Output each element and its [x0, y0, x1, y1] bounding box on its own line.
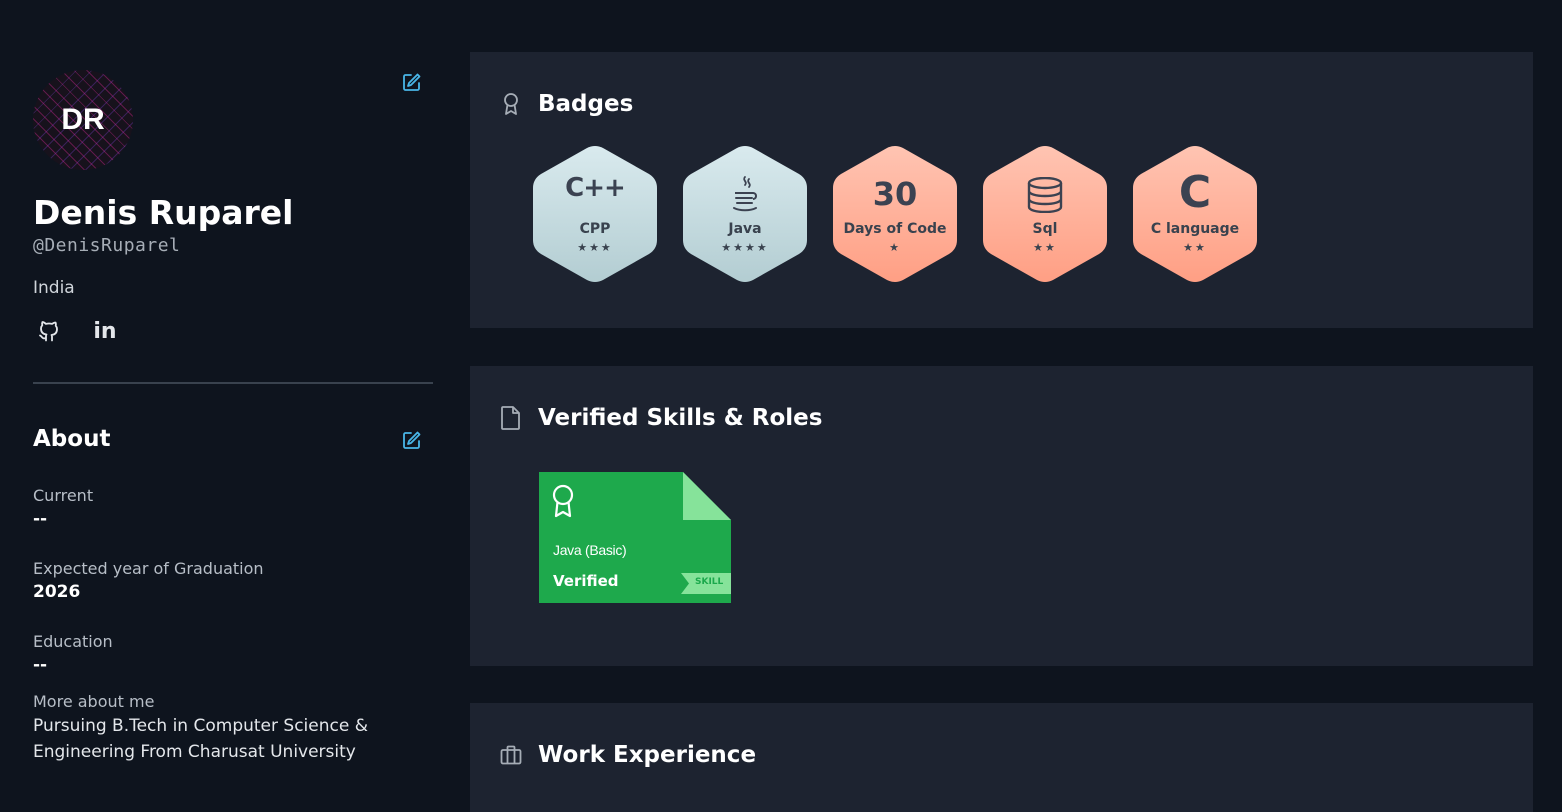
sidebar-divider: [33, 382, 433, 384]
current-value: --: [33, 509, 48, 529]
badges-list: C++ CPP ★★★ Java ★★★★ 30 Days of Code ★ …: [533, 145, 1257, 283]
badge-hexagon: [533, 146, 657, 282]
badge-name: CPP: [579, 221, 611, 237]
badges-header: Badges: [500, 91, 633, 117]
education-value: --: [33, 655, 48, 675]
days-icon: 30: [872, 175, 918, 213]
database-icon: [983, 176, 1107, 217]
badge-name: Days of Code: [843, 221, 947, 237]
badges-card: Badges C++ CPP ★★★ Java ★★★★ 30 Days of …: [470, 52, 1533, 328]
profile-country: India: [33, 278, 75, 298]
badge-c-language[interactable]: C C language ★★: [1133, 145, 1257, 283]
edit-icon: [403, 431, 421, 449]
more-label: More about me: [33, 692, 155, 711]
certificate-tag: SKILL: [695, 577, 724, 587]
badge-java[interactable]: Java ★★★★: [683, 145, 807, 283]
profile-sidebar: DR Denis Ruparel @DenisRuparel India in …: [33, 70, 433, 762]
graduation-label: Expected year of Graduation: [33, 559, 264, 578]
badge-cpp[interactable]: C++ CPP ★★★: [533, 145, 657, 283]
cpp-icon: C++: [565, 173, 626, 203]
c-icon: C: [1178, 167, 1212, 218]
award-icon: [504, 93, 518, 115]
certificate-title: Java (Basic): [553, 542, 627, 558]
badge-stars: ★★: [1183, 241, 1207, 254]
badge-stars: ★★★★: [721, 241, 769, 254]
edit-icon: [403, 73, 421, 91]
badges-title: Badges: [538, 91, 634, 117]
profile-handle: @DenisRuparel: [33, 235, 181, 256]
graduation-value: 2026: [33, 582, 81, 602]
badge-hexagon: [833, 146, 957, 282]
badge-sql[interactable]: Sql ★★: [983, 145, 1107, 283]
edit-profile-button[interactable]: [402, 72, 422, 96]
document-icon: [501, 406, 520, 430]
badge-stars: ★: [889, 241, 901, 254]
avatar-initials: DR: [61, 103, 105, 136]
work-card: Work Experience: [470, 703, 1533, 812]
about-title: About: [33, 426, 111, 452]
skills-card: Verified Skills & Roles Java (Basic) Ver…: [470, 366, 1533, 666]
badge-name: Java: [728, 221, 762, 237]
more-value: Pursuing B.Tech in Computer Science & En…: [33, 716, 368, 762]
certificate-java-basic[interactable]: Java (Basic) Verified SKILL: [539, 472, 731, 603]
java-icon: [683, 175, 807, 217]
badge-name: C language: [1150, 221, 1240, 237]
linkedin-icon: in: [93, 318, 117, 344]
avatar[interactable]: DR: [33, 70, 133, 170]
linkedin-link[interactable]: in: [89, 315, 121, 347]
badge-stars: ★★★: [577, 241, 613, 254]
work-title: Work Experience: [538, 742, 757, 768]
about-graduation: Expected year of Graduation 2026: [33, 559, 264, 602]
education-label: Education: [33, 632, 113, 651]
skills-title: Verified Skills & Roles: [538, 405, 823, 431]
about-education: Education --: [33, 632, 113, 675]
briefcase-icon: [500, 745, 522, 765]
github-link[interactable]: [33, 315, 65, 347]
edit-about-button[interactable]: [402, 430, 422, 454]
github-icon: [39, 321, 58, 342]
current-label: Current: [33, 486, 94, 505]
badge-name: Sql: [1032, 221, 1058, 237]
certificate-award-icon: [552, 484, 574, 518]
about-more: More about me Pursuing B.Tech in Compute…: [33, 692, 393, 765]
skills-header: Verified Skills & Roles: [500, 405, 822, 431]
certificate-status: Verified: [553, 572, 619, 590]
profile-name: Denis Ruparel: [33, 193, 294, 232]
about-current: Current --: [33, 486, 93, 529]
work-header: Work Experience: [500, 742, 756, 768]
social-links: in: [33, 314, 433, 348]
badge-days-of-code[interactable]: 30 Days of Code ★: [833, 145, 957, 283]
badge-stars: ★★: [1033, 241, 1057, 254]
